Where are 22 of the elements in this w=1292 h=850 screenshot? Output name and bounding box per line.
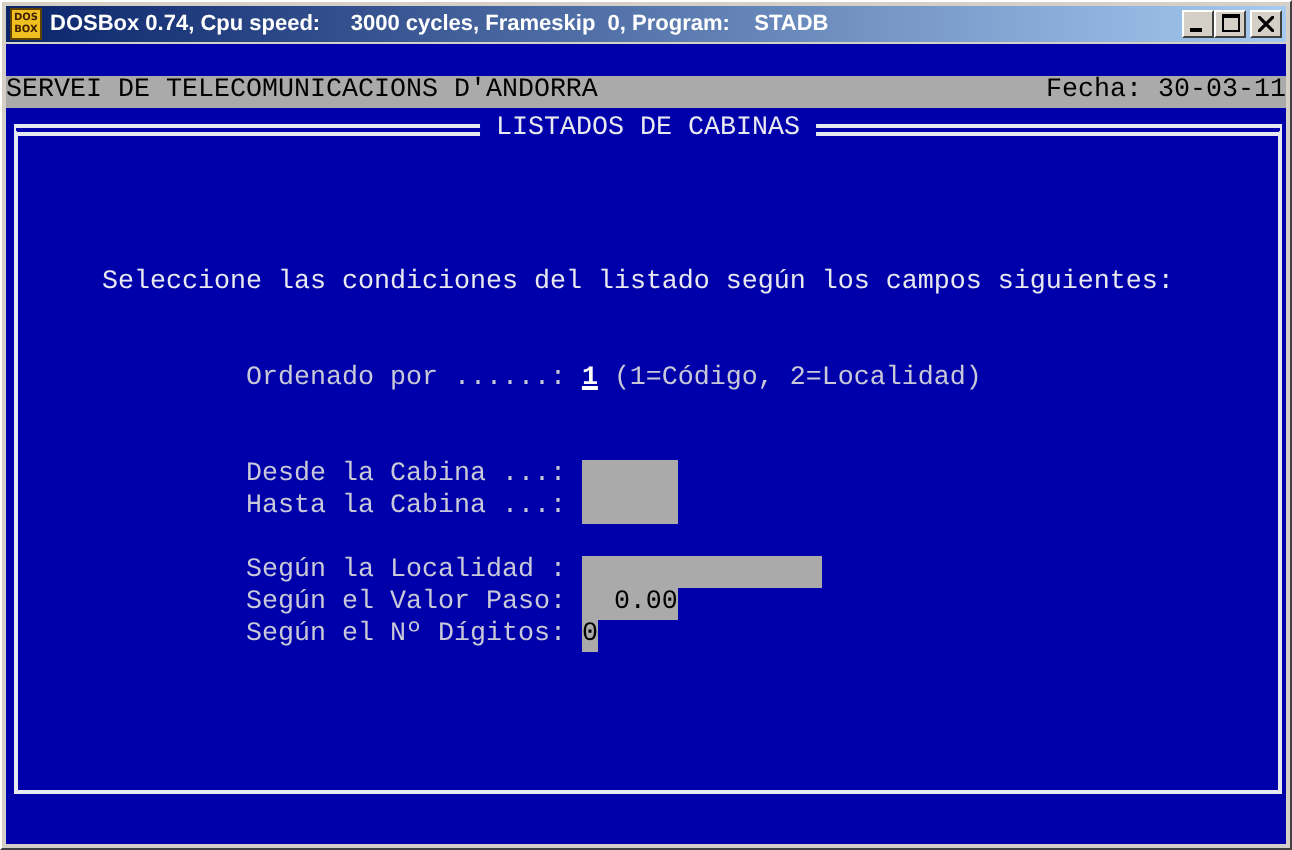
minimize-button[interactable]: [1182, 10, 1214, 38]
close-icon: [1258, 16, 1274, 32]
maximize-icon: [1221, 14, 1239, 32]
date-label: Fecha: 30-03-11: [1046, 76, 1286, 108]
input-field[interactable]: 0: [581, 620, 598, 652]
window-title: DOSBox 0.74, Cpu speed: 3000 cycles, Frameskip 0, Program: STADB: [50, 12, 831, 36]
maximize-button[interactable]: [1214, 10, 1246, 38]
input-field[interactable]: [581, 556, 822, 588]
field-label: Según la Localidad :: [246, 556, 568, 588]
order-hint: (1=Código, 2=Localidad): [613, 364, 982, 396]
organization-name: SERVEI DE TELECOMUNICACIONS D'ANDORRA: [6, 76, 598, 108]
input-field[interactable]: 0.00: [581, 588, 678, 620]
field-label: Ordenado por ......:: [246, 364, 568, 396]
field-label: Desde la Cabina ...:: [246, 460, 568, 492]
field-label: Hasta la Cabina ...:: [246, 492, 568, 524]
field-label: Según el Nº Dígitos:: [246, 620, 568, 652]
input-field[interactable]: [581, 492, 678, 524]
field-label: Según el Valor Paso:: [246, 588, 568, 620]
close-button[interactable]: [1250, 10, 1282, 38]
order-input[interactable]: 1: [581, 364, 598, 396]
instruction-text: Seleccione las condiciones del listado según los campos siguientes:: [102, 268, 1176, 300]
input-field[interactable]: [581, 460, 678, 492]
